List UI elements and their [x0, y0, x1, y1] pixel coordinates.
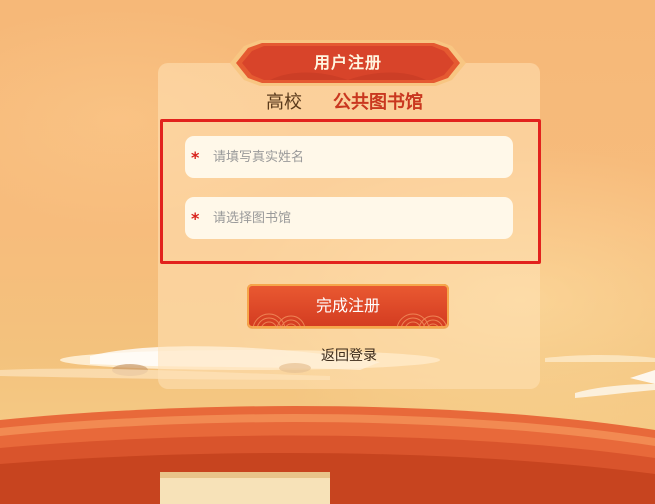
title-banner: 用户注册	[230, 40, 466, 86]
real-name-input[interactable]	[213, 136, 503, 178]
required-mark: *	[191, 148, 200, 167]
library-field[interactable]: *	[185, 197, 513, 239]
submit-label: 完成注册	[315, 296, 380, 315]
tab-university[interactable]: 高校	[266, 91, 302, 115]
library-select-input[interactable]	[213, 197, 503, 239]
name-field[interactable]: *	[185, 136, 513, 178]
complete-registration-button[interactable]: 完成注册	[247, 284, 449, 328]
required-mark: *	[191, 209, 200, 228]
back-to-login-link[interactable]: 返回登录	[0, 346, 655, 366]
tab-public-library[interactable]: 公共图书馆	[333, 91, 423, 115]
page-title: 用户注册	[313, 53, 382, 72]
